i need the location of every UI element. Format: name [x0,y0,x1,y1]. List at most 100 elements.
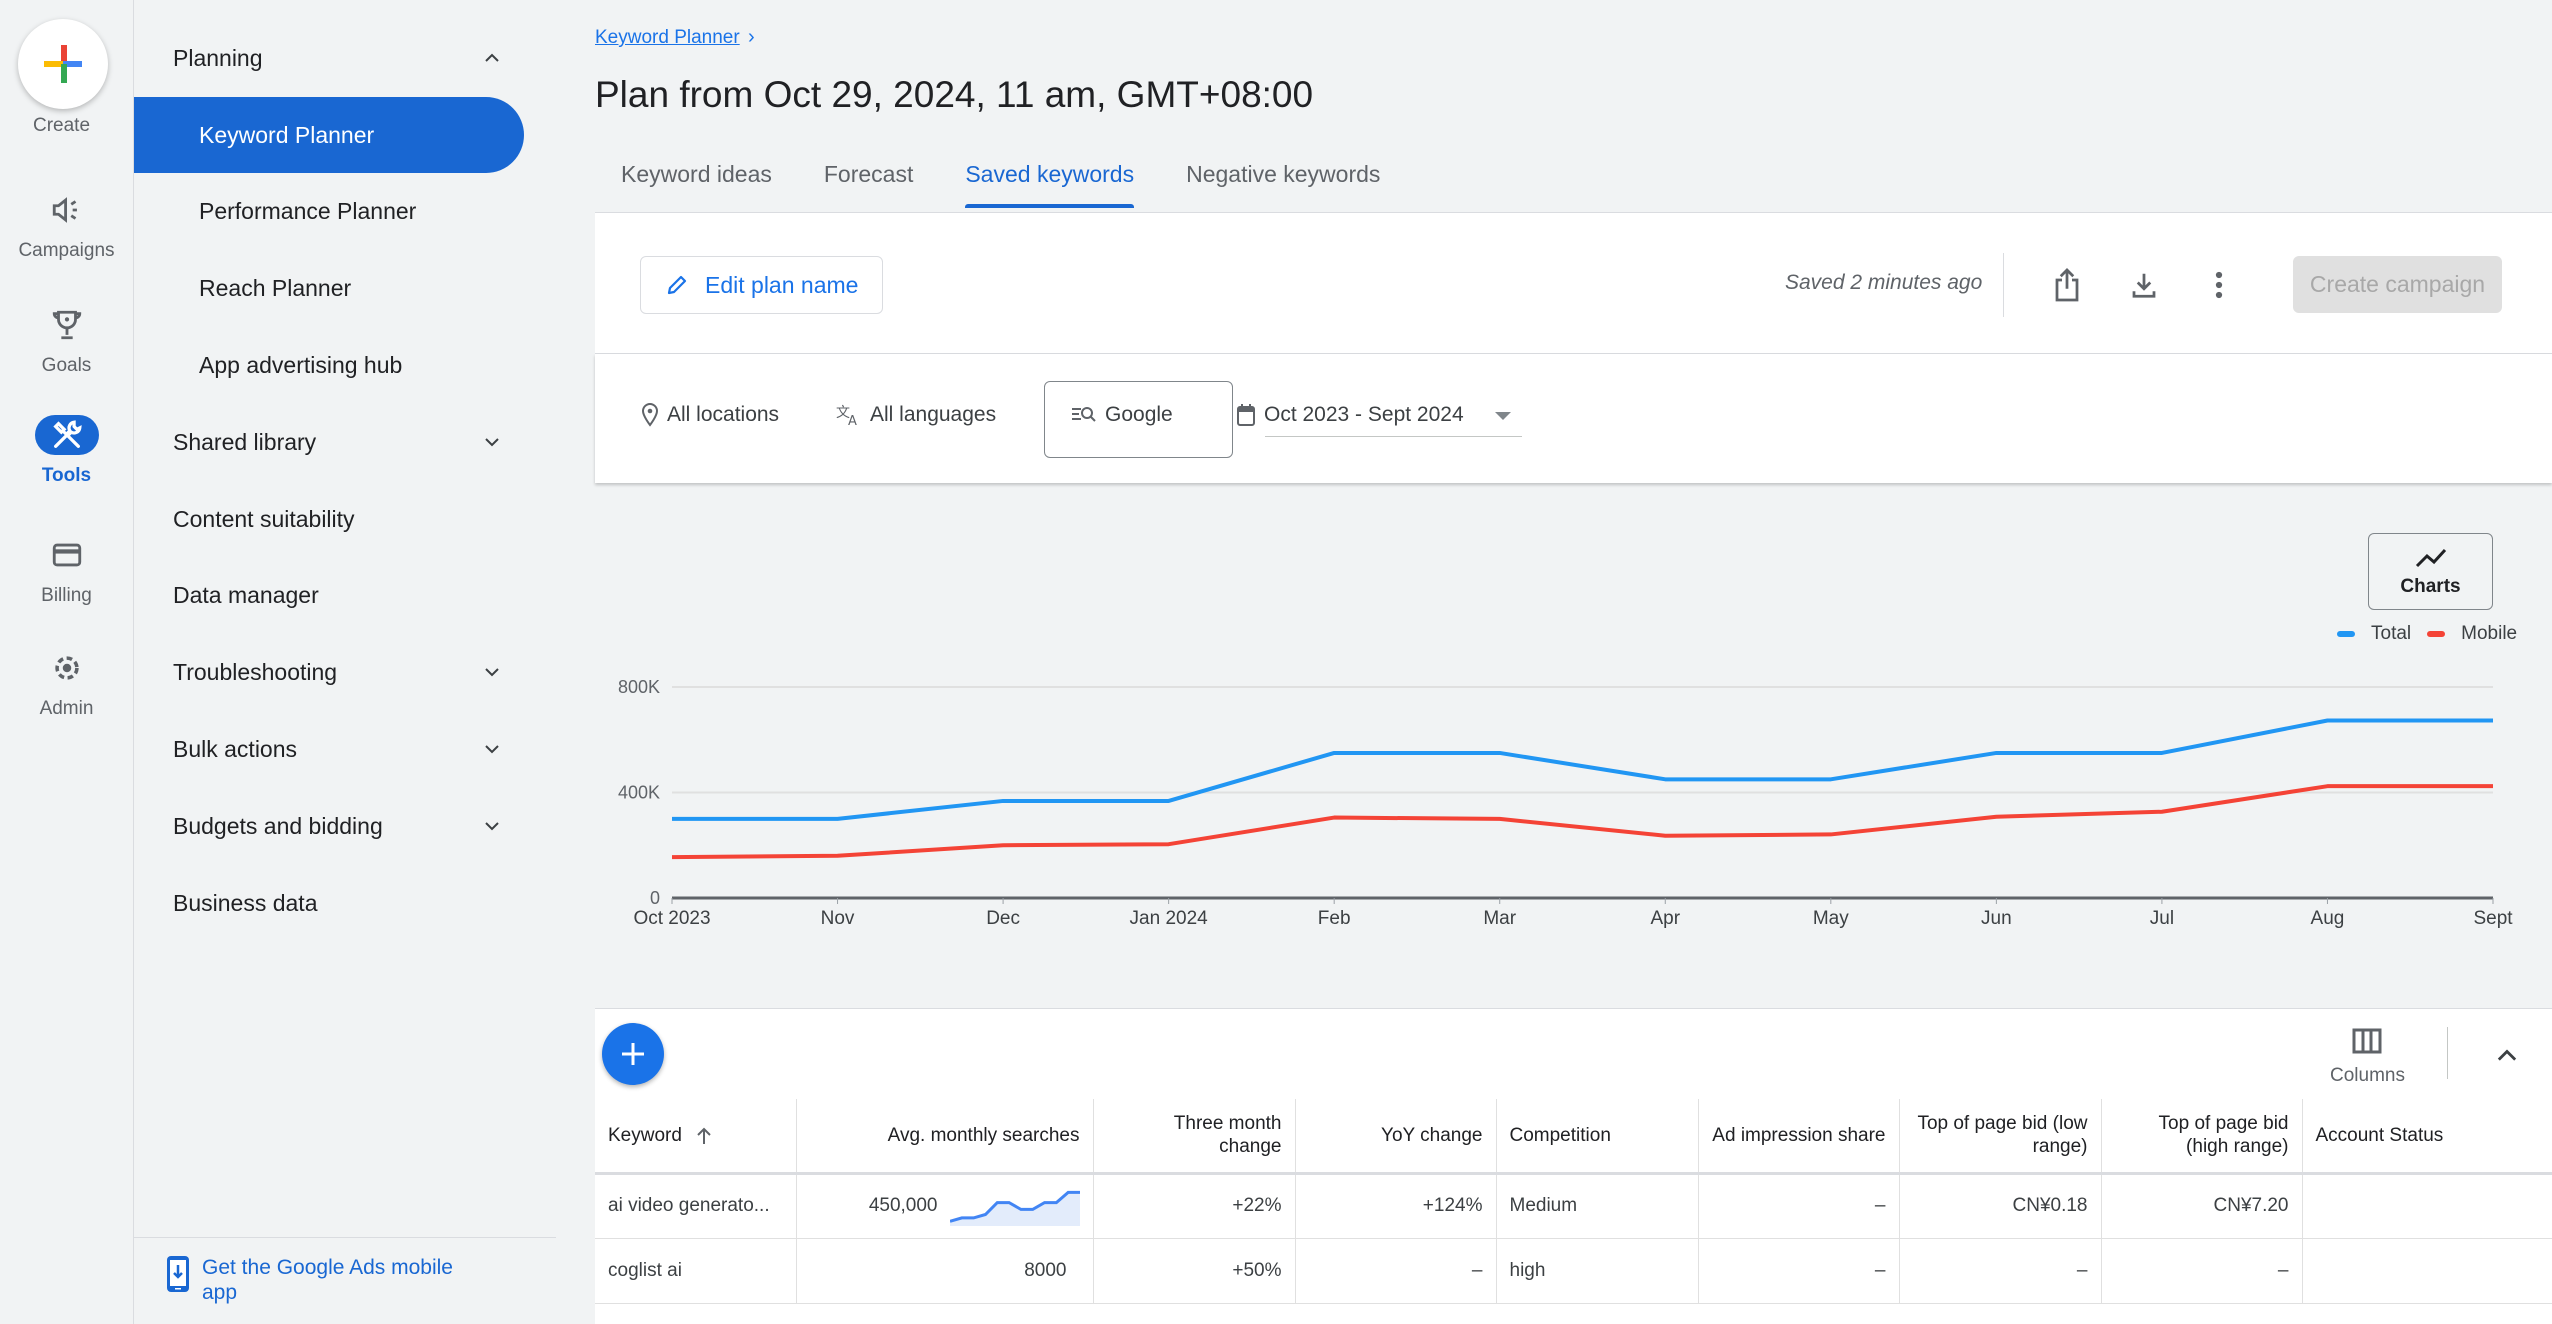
language-filter[interactable]: 文A All languages [836,403,996,427]
nav-label: Content suitability [173,505,355,532]
nav-label: Planning [173,44,263,71]
columns-button[interactable]: Columns [2330,1027,2405,1087]
nav-item-shared-library[interactable]: Shared library [134,404,524,480]
nav-label: Performance Planner [199,197,417,224]
mobile-app-link-text[interactable]: Get the Google Ads mobile app [202,1255,482,1305]
chevron-down-icon [485,745,499,754]
cell-keyword[interactable]: coglist ai [595,1238,797,1304]
download-button[interactable] [2124,265,2164,305]
x-tick-label: Dec [986,908,1020,929]
create-campaign-button[interactable]: Create campaign [2293,256,2502,313]
nav-item-planning[interactable]: Planning [134,20,524,96]
table-row[interactable]: ai video generato... 450,000 +22% +124% … [595,1173,2552,1239]
nav-item-business-data[interactable]: Business data [134,865,524,941]
nav-item-budgets-and-bidding[interactable]: Budgets and bidding [134,788,524,864]
avg-searches-value: 450,000 [868,1195,938,1216]
edit-plan-name-label: Edit plan name [705,271,859,298]
tab-keyword-ideas[interactable]: Keyword ideas [595,155,798,208]
cell-keyword[interactable]: ai video generato... [595,1173,797,1239]
column-header-bid-low[interactable]: Top of page bid (low range) [1899,1099,2102,1175]
x-tick-label: Jun [1981,908,2012,929]
share-button[interactable] [2047,265,2087,305]
tab-negative-keywords[interactable]: Negative keywords [1160,155,1406,208]
nav-footer-divider [134,1237,556,1238]
translate-icon: 文A [836,405,857,427]
rail-item-campaigns[interactable]: Campaigns [0,190,133,262]
breadcrumb-keyword-planner[interactable]: Keyword Planner [595,27,740,49]
trophy-icon [35,305,99,345]
add-keywords-button[interactable] [602,1023,664,1085]
rail-label: Billing [41,585,92,606]
x-tick-label: Apr [1650,908,1680,929]
nav-label: Shared library [173,428,317,455]
cell-three-month-change: +22% [1093,1173,1296,1239]
sort-ascending-icon [697,1127,711,1144]
column-header-competition[interactable]: Competition [1496,1099,1699,1175]
location-filter[interactable]: All locations [641,403,779,427]
rail-item-billing[interactable]: Billing [0,535,133,607]
nav-item-performance-planner[interactable]: Performance Planner [134,173,524,249]
svg-text:A: A [848,414,857,427]
column-header-avg-monthly-searches[interactable]: Avg. monthly searches [796,1099,1094,1175]
y-tick-label: 0 [650,888,660,908]
language-filter-label: All languages [870,403,997,426]
date-range-label: Oct 2023 - Sept 2024 [1264,403,1464,426]
nav-item-content-suitability[interactable]: Content suitability [134,481,524,557]
dropdown-caret-icon[interactable] [1495,412,1511,420]
mobile-app-link[interactable]: Get the Google Ads mobile app [166,1255,482,1305]
nav-item-app-advertising-hub[interactable]: App advertising hub [134,327,524,403]
page-title: Plan from Oct 29, 2024, 11 am, GMT+08:00 [595,74,1314,115]
share-icon [2055,268,2079,302]
tools-icon [34,415,99,455]
cell-yoy-change: – [1295,1238,1497,1304]
date-range-filter[interactable]: Oct 2023 - Sept 2024 [1236,403,1464,427]
chevron-right-icon: › [748,26,755,48]
megaphone-icon [35,190,99,230]
column-header-bid-high[interactable]: Top of page bid (high range) [2101,1099,2303,1175]
trend-sparkline [949,1190,1080,1226]
column-header-yoy-change[interactable]: YoY change [1295,1099,1497,1175]
tab-saved-keywords[interactable]: Saved keywords [939,155,1160,208]
create-button[interactable] [18,19,108,109]
collapse-table-button[interactable] [2493,1045,2521,1070]
table-header-row: Keyword Avg. monthly searches Three mont… [595,1099,2552,1175]
calendar-icon [1237,404,1255,426]
location-filter-label: All locations [667,403,780,426]
column-header-ad-impression-share[interactable]: Ad impression share [1698,1099,1900,1175]
column-header-three-month-change[interactable]: Three month change [1093,1099,1296,1175]
toolbar-divider [2003,253,2004,317]
rail-item-admin[interactable]: Admin [0,648,133,720]
x-tick-label: Oct 2023 [633,908,710,929]
credit-card-icon [35,535,99,575]
nav-item-troubleshooting[interactable]: Troubleshooting [134,634,524,710]
x-tick-label: Aug [2311,908,2345,929]
nav-item-bulk-actions[interactable]: Bulk actions [134,711,524,787]
nav-item-data-manager[interactable]: Data manager [134,557,524,633]
cell-bid-high: – [2101,1238,2303,1304]
rail-label: Campaigns [18,240,115,261]
cell-ad-impression-share: – [1698,1238,1900,1304]
table-row[interactable]: coglist ai 8000 +50% – high – – – [595,1238,2552,1304]
chevron-down-icon [485,822,499,831]
network-filter-content[interactable]: Google [1071,403,1173,427]
rail-item-tools[interactable]: Tools [0,415,133,487]
column-header-keyword[interactable]: Keyword [595,1099,797,1175]
nav-item-keyword-planner[interactable]: Keyword Planner [134,97,524,173]
nav-label: Reach Planner [199,274,352,301]
x-tick-label: Jan 2024 [1130,908,1209,929]
tab-forecast[interactable]: Forecast [798,155,939,208]
more-options-button[interactable] [2199,265,2239,305]
gear-icon [35,648,99,688]
x-tick-label: May [1813,908,1849,929]
nav-label: Keyword Planner [199,121,375,148]
plus-icon [622,1043,644,1065]
rail-item-goals[interactable]: Goals [0,305,133,377]
columns-label: Columns [2330,1065,2405,1086]
column-header-account-status[interactable]: Account Status [2302,1099,2552,1175]
nav-item-reach-planner[interactable]: Reach Planner [134,250,524,326]
edit-plan-name-button[interactable]: Edit plan name [640,256,884,314]
x-tick-label: Nov [821,908,855,929]
y-tick-label: 800K [618,677,660,697]
cell-bid-low: – [1899,1238,2102,1304]
filter-bar: All locations 文A All languages Google Oc… [595,354,2552,483]
